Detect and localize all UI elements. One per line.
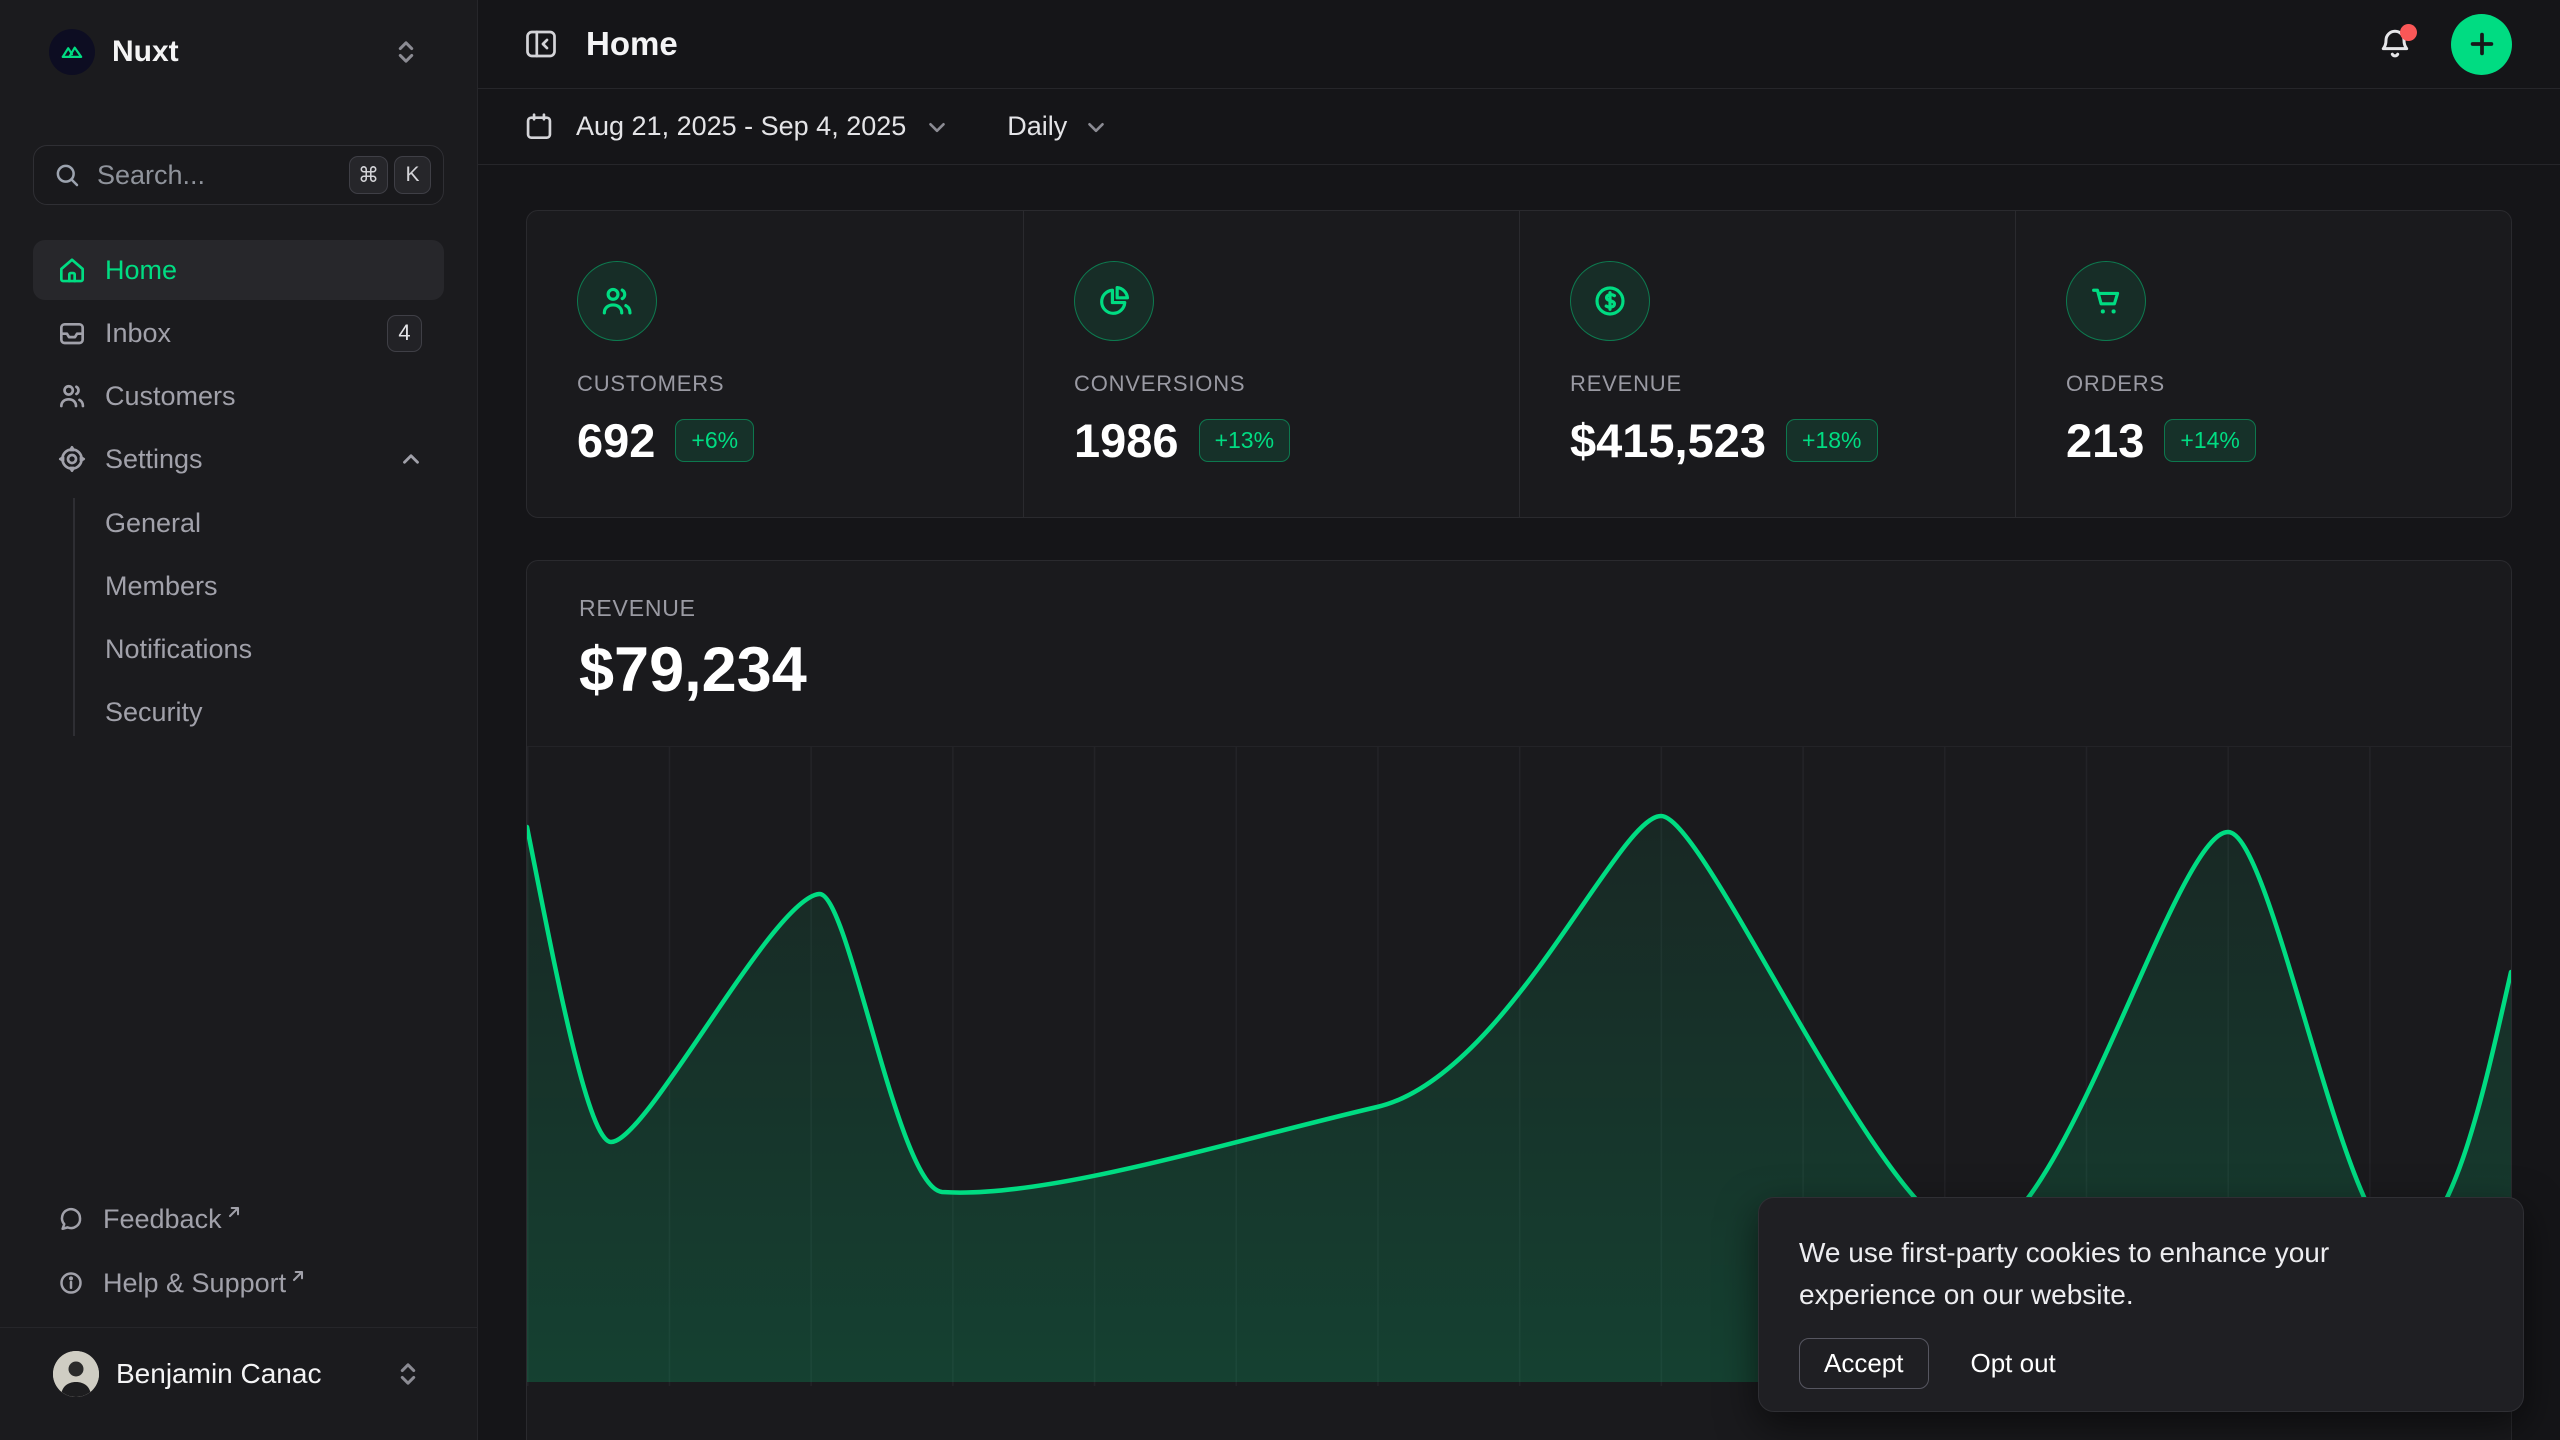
date-range-value: Aug 21, 2025 - Sep 4, 2025	[576, 111, 906, 142]
help-support-link[interactable]: Help & Support	[33, 1251, 444, 1315]
stat-value: 213	[2066, 413, 2144, 468]
pie-chart-icon	[1074, 261, 1154, 341]
info-circle-icon	[56, 1268, 86, 1298]
feedback-link[interactable]: Feedback	[33, 1187, 444, 1251]
stat-label: CONVERSIONS	[1074, 371, 1479, 397]
sidebar-item-label: Members	[105, 571, 218, 602]
page-title: Home	[586, 25, 678, 63]
stat-revenue[interactable]: REVENUE $415,523 +18%	[1519, 211, 2015, 517]
notification-dot	[2400, 24, 2417, 41]
dollar-circle-icon	[1570, 261, 1650, 341]
users-icon	[577, 261, 657, 341]
stat-label: ORDERS	[2066, 371, 2471, 397]
sidebar-item-customers[interactable]: Customers	[33, 366, 444, 426]
stats-card: CUSTOMERS 692 +6% CONVERSIONS	[526, 210, 2512, 518]
granularity-select[interactable]: Daily	[1007, 111, 1109, 142]
user-menu[interactable]: Benjamin Canac	[33, 1342, 444, 1406]
sidebar-item-general[interactable]: General	[105, 492, 444, 555]
user-chevrons-icon	[394, 1358, 422, 1390]
kbd-cmd: ⌘	[349, 156, 388, 194]
brand-name: Nuxt	[112, 35, 179, 69]
stat-customers[interactable]: CUSTOMERS 692 +6%	[527, 211, 1023, 517]
sidebar-nav: Home Inbox 4	[33, 240, 444, 744]
cookie-consent-banner: We use first-party cookies to enhance yo…	[1758, 1197, 2524, 1412]
footer-link-label: Help & Support	[103, 1268, 286, 1299]
external-link-icon	[290, 1268, 306, 1284]
cookie-message: We use first-party cookies to enhance yo…	[1799, 1232, 2419, 1316]
app-root: Nuxt Search... ⌘ K	[0, 0, 2560, 1440]
workspace-chevrons-icon[interactable]	[392, 36, 420, 68]
sidebar-item-inbox[interactable]: Inbox 4	[33, 303, 444, 363]
add-button[interactable]	[2451, 14, 2512, 75]
search-icon	[52, 160, 82, 190]
settings-submenu: General Members Notifications Security	[33, 492, 444, 744]
notifications-button[interactable]	[2377, 26, 2413, 62]
collapse-sidebar-icon[interactable]	[523, 26, 559, 62]
stat-delta-badge: +13%	[1199, 419, 1290, 462]
sidebar-item-label: Home	[105, 255, 177, 286]
stat-value: 692	[577, 413, 655, 468]
granularity-value: Daily	[1007, 111, 1067, 142]
page-header: Home	[478, 0, 2560, 89]
optout-cookies-button[interactable]: Opt out	[1971, 1348, 2056, 1379]
user-name: Benjamin Canac	[116, 1358, 321, 1390]
sidebar-item-security[interactable]: Security	[105, 681, 444, 744]
inbox-icon	[56, 317, 88, 349]
accept-cookies-button[interactable]: Accept	[1799, 1338, 1929, 1389]
stat-orders[interactable]: ORDERS 213 +14%	[2015, 211, 2511, 517]
sidebar-item-label: Security	[105, 697, 203, 728]
plus-icon	[2467, 29, 2497, 59]
date-range-picker[interactable]: Aug 21, 2025 - Sep 4, 2025	[523, 111, 950, 143]
user-strip: Benjamin Canac	[0, 1327, 477, 1422]
stat-conversions[interactable]: CONVERSIONS 1986 +13%	[1023, 211, 1519, 517]
external-link-icon	[226, 1204, 242, 1220]
kbd-k: K	[394, 156, 431, 194]
sidebar-footer: Feedback Help & Support	[33, 1187, 444, 1440]
stat-delta-badge: +18%	[1786, 419, 1877, 462]
sidebar-item-label: Inbox	[105, 318, 171, 349]
sidebar-item-label: Settings	[105, 444, 203, 475]
workspace-switcher[interactable]: Nuxt	[33, 22, 444, 82]
nuxt-logo-icon	[49, 29, 95, 75]
sidebar-item-settings[interactable]: Settings	[33, 429, 444, 489]
stat-value: 1986	[1074, 413, 1179, 468]
search-placeholder: Search...	[97, 160, 343, 191]
avatar	[53, 1351, 99, 1397]
sidebar-item-label: Customers	[105, 381, 236, 412]
stat-delta-badge: +14%	[2164, 419, 2255, 462]
chevron-up-icon	[398, 446, 424, 472]
sidebar-item-label: Notifications	[105, 634, 252, 665]
sidebar: Nuxt Search... ⌘ K	[0, 0, 478, 1440]
stat-label: CUSTOMERS	[577, 371, 983, 397]
cart-icon	[2066, 261, 2146, 341]
chevron-down-icon	[1083, 114, 1109, 140]
filter-toolbar: Aug 21, 2025 - Sep 4, 2025 Daily	[478, 89, 2560, 165]
customers-icon	[56, 380, 88, 412]
sidebar-item-members[interactable]: Members	[105, 555, 444, 618]
sidebar-item-notifications[interactable]: Notifications	[105, 618, 444, 681]
stat-label: REVENUE	[1570, 371, 1975, 397]
inbox-count-badge: 4	[387, 315, 422, 352]
chat-bubble-icon	[56, 1204, 86, 1234]
home-icon	[56, 254, 88, 286]
footer-link-label: Feedback	[103, 1204, 222, 1235]
search-input[interactable]: Search... ⌘ K	[33, 145, 444, 205]
sidebar-item-home[interactable]: Home	[33, 240, 444, 300]
revenue-chart-value: $79,234	[579, 634, 2511, 706]
gear-icon	[56, 443, 88, 475]
chevron-down-icon	[924, 114, 950, 140]
calendar-icon	[523, 111, 555, 143]
sidebar-item-label: General	[105, 508, 201, 539]
stat-value: $415,523	[1570, 413, 1766, 468]
revenue-chart-label: REVENUE	[579, 595, 2511, 622]
stat-delta-badge: +6%	[675, 419, 754, 462]
